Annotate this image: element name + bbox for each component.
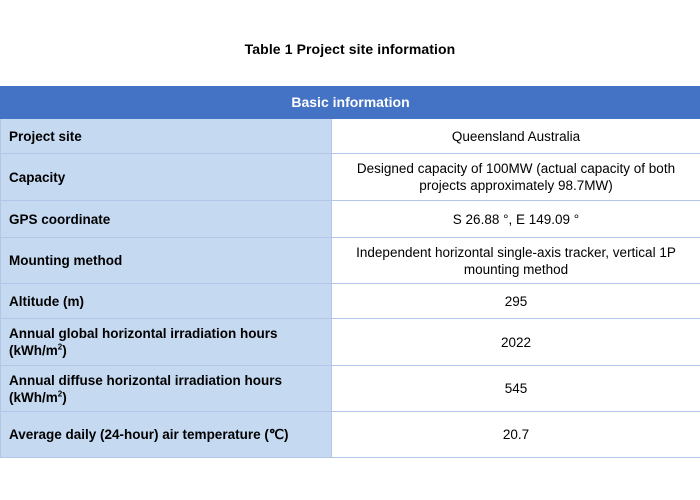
row-value-capacity: Designed capacity of 100MW (actual capac… [331, 153, 700, 201]
project-site-table: Basic information Project site Queenslan… [0, 86, 700, 458]
row-label-altitude: Altitude (m) [0, 283, 332, 319]
row-label-end: ) [62, 343, 67, 358]
row-value-air-temperature: 20.7 [331, 411, 700, 458]
row-label-text: Annual global horizontal irradiation hou… [9, 326, 278, 358]
row-label-text: Annual diffuse horizontal irradiation ho… [9, 372, 283, 405]
row-label-capacity: Capacity [0, 153, 332, 201]
row-label-mounting-method: Mounting method [0, 237, 332, 284]
row-label-gps-coordinate: GPS coordinate [0, 200, 332, 238]
table-caption: Table 1 Project site information [244, 41, 456, 57]
table-row: Project site Queensland Australia [0, 118, 700, 154]
row-value-gps-coordinate: S 26.88 °, E 149.09 ° [331, 200, 700, 238]
table-row: Average daily (24-hour) air temperature … [0, 411, 700, 458]
table-row: Capacity Designed capacity of 100MW (act… [0, 153, 700, 201]
row-value-altitude: 295 [331, 283, 700, 319]
table-row: Annual global horizontal irradiation hou… [0, 318, 700, 366]
row-label-diffuse-irradiation: Annual diffuse horizontal irradiation ho… [0, 365, 332, 412]
row-label-air-temperature: Average daily (24-hour) air temperature … [0, 411, 332, 458]
table-row: Mounting method Independent horizontal s… [0, 237, 700, 284]
table-header: Basic information [0, 86, 700, 119]
table-row: GPS coordinate S 26.88 °, E 149.09 ° [0, 200, 700, 238]
row-value-global-irradiation: 2022 [331, 318, 700, 366]
table-row: Altitude (m) 295 [0, 283, 700, 319]
table-row: Annual diffuse horizontal irradiation ho… [0, 365, 700, 412]
row-label-global-irradiation: Annual global horizontal irradiation hou… [0, 318, 332, 366]
row-value-mounting-method: Independent horizontal single-axis track… [331, 237, 700, 284]
row-label-end: ) [62, 389, 67, 405]
row-value-project-site: Queensland Australia [331, 118, 700, 154]
row-label-project-site: Project site [0, 118, 332, 154]
row-value-diffuse-irradiation: 545 [331, 365, 700, 412]
